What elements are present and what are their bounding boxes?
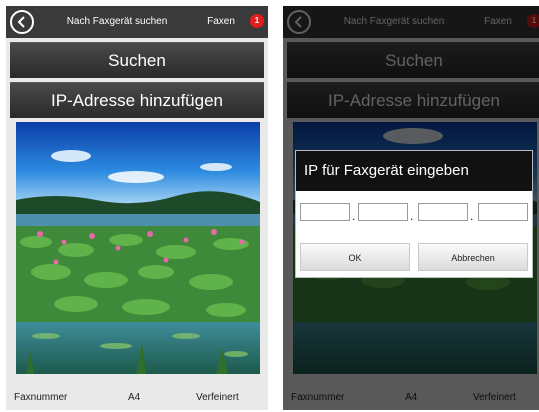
preview-image [16,122,260,374]
notification-badge: 1 [250,14,264,28]
ip-separator: . [410,209,414,223]
ip-octet-3-input[interactable] [418,203,468,221]
ip-separator: . [470,209,474,223]
paper-size-label[interactable]: A4 [128,392,140,403]
ip-separator: . [352,209,356,223]
quality-label[interactable]: Verfeinert [196,392,239,403]
bottom-bar: Faxnummer A4 Verfeinert [6,386,268,410]
back-button[interactable] [10,10,34,34]
cancel-button[interactable]: Abbrechen [418,243,528,271]
add-ip-button[interactable]: IP-Adresse hinzufügen [10,82,264,118]
ok-button[interactable]: OK [300,243,410,271]
ip-dialog: IP für Faxgerät eingeben . . . OK Abbrec… [295,150,533,278]
screen-ip-dialog: Nach Faxgerät suchen Faxen 1 Suchen IP-A… [283,6,539,410]
ip-octet-4-input[interactable] [478,203,528,221]
dialog-title: IP für Faxgerät eingeben [296,151,532,191]
fax-tab[interactable]: Faxen [196,6,246,38]
search-button[interactable]: Suchen [10,42,264,78]
top-bar: Nach Faxgerät suchen Faxen 1 [6,6,268,38]
screen-search-fax: Nach Faxgerät suchen Faxen 1 Suchen IP-A… [6,6,268,410]
ip-octet-1-input[interactable] [300,203,350,221]
fax-number-label[interactable]: Faxnummer [14,392,67,403]
ip-octet-2-input[interactable] [358,203,408,221]
topbar-title: Nach Faxgerät suchen [66,16,168,27]
